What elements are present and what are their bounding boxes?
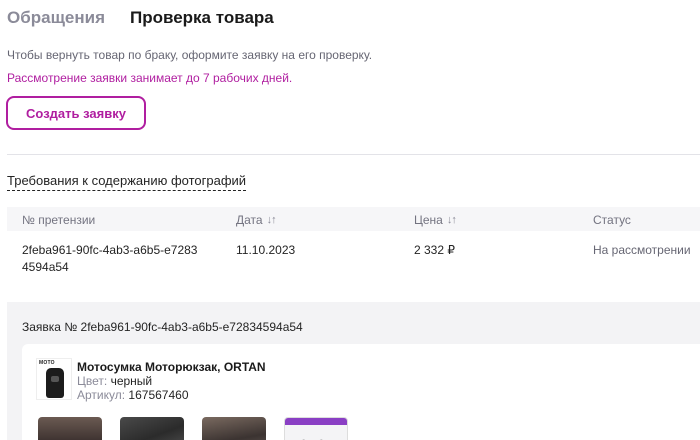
tabs-bar: Обращения Проверка товара <box>7 8 299 30</box>
table-header: № претензии Дата ↓↑ Цена ↓↑ Статус <box>7 207 700 231</box>
table-row[interactable]: 2feba961-90fc-4ab3-a6b5-e72834594a54 11.… <box>7 236 700 280</box>
header-claim-number: № претензии <box>22 213 95 227</box>
product-brand-logo: MOTO <box>39 360 55 366</box>
header-date[interactable]: Дата ↓↑ <box>236 213 277 227</box>
app-header-bar <box>285 418 347 425</box>
tab-appeals[interactable]: Обращения <box>7 8 105 28</box>
product-image[interactable]: MOTO <box>36 358 72 400</box>
claim-number: 2feba961-90fc-4ab3-a6b5-e72834594a54 <box>22 243 198 274</box>
header-claim-label: № претензии <box>22 213 96 227</box>
backpack-image <box>46 368 64 398</box>
request-details-panel: Заявка № 2feba961-90fc-4ab3-a6b5-e728345… <box>7 302 700 440</box>
screenshot-thumbnail[interactable]: ⬤◦⬤ <box>284 417 348 440</box>
header-date-label: Дата <box>236 213 263 227</box>
product-article-value: 167567460 <box>128 388 189 402</box>
product-article: Артикул: 167567460 <box>77 388 189 402</box>
product-color-label: Цвет: <box>77 374 108 388</box>
photo-thumbnail[interactable] <box>202 417 266 440</box>
sort-arrows-icon[interactable]: ↓↑ <box>267 214 277 226</box>
header-status: Статус <box>593 213 631 227</box>
product-card: MOTO Мотосумка Моторюкзак, ORTAN Цвет: ч… <box>22 344 700 440</box>
divider <box>7 154 700 155</box>
create-request-button[interactable]: Создать заявку <box>6 96 146 130</box>
product-article-label: Артикул: <box>77 388 126 402</box>
product-color-value: черный <box>110 374 153 388</box>
request-title: Заявка № 2feba961-90fc-4ab3-a6b5-e728345… <box>22 320 303 334</box>
status-badge: На рассмотрении <box>593 243 691 257</box>
claim-price: 2 332 ₽ <box>414 243 455 257</box>
claim-date: 11.10.2023 <box>236 243 296 257</box>
header-price-label: Цена <box>414 213 443 227</box>
product-color: Цвет: черный <box>77 374 152 388</box>
photo-requirements-link[interactable]: Требования к содержанию фотографий <box>7 173 247 191</box>
tab-product-check[interactable]: Проверка товара <box>130 8 274 28</box>
info-text: Чтобы вернуть товар по браку, оформите з… <box>7 48 373 62</box>
header-status-label: Статус <box>593 213 631 227</box>
product-name[interactable]: Мотосумка Моторюкзак, ORTAN <box>77 360 266 374</box>
photo-thumbnail[interactable] <box>120 417 184 440</box>
review-time-notice: Рассмотрение заявки занимает до 7 рабочи… <box>7 71 293 85</box>
sort-arrows-icon[interactable]: ↓↑ <box>447 214 457 226</box>
header-price[interactable]: Цена ↓↑ <box>414 213 457 227</box>
photo-thumbnail[interactable] <box>38 417 102 440</box>
